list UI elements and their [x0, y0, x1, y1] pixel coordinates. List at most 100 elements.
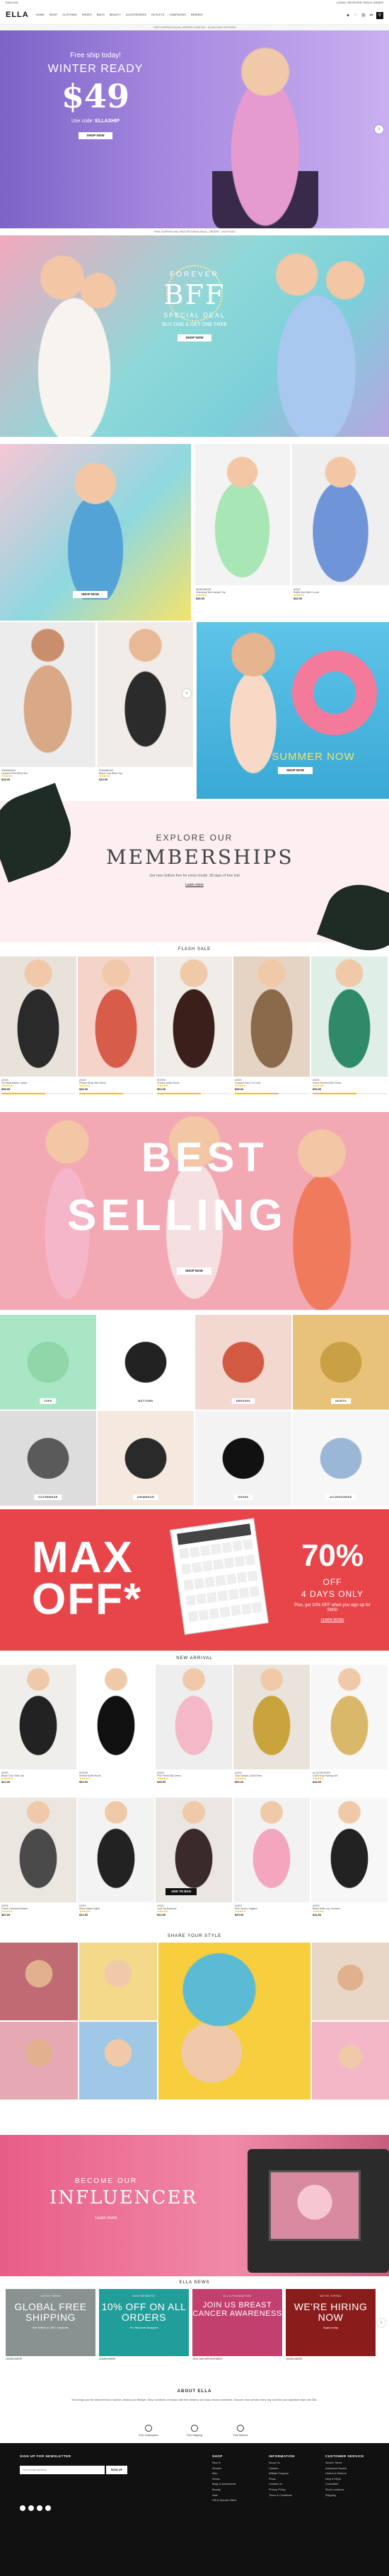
- best-selling-banner[interactable]: BEST SELLING SHOP NOW: [0, 1112, 389, 1310]
- footer-link[interactable]: Men: [212, 2471, 236, 2477]
- footer-link[interactable]: Terms & Conditions: [269, 2493, 295, 2499]
- product-card[interactable]: SHOES Chunky Ankle Boots ★★★★★ $64.00: [156, 956, 232, 1105]
- product-card[interactable]: ASOS Check Oversized Blazer ★★★★★ $62.00: [0, 1798, 76, 1928]
- news-card[interactable]: NEW MEMBERS 10% OFF ON ALL ORDERS For fi…: [99, 2289, 189, 2356]
- pinterest-icon[interactable]: [45, 2505, 51, 2511]
- news-next-arrow[interactable]: ›: [377, 2319, 385, 2327]
- compare-icon[interactable]: ⇄: [368, 13, 374, 18]
- heart-icon[interactable]: ♡: [353, 13, 359, 18]
- hero-winter-ready[interactable]: Free ship today! WINTER READY $49 Use co…: [0, 30, 389, 228]
- footer-link[interactable]: Orders & Returns: [325, 2471, 364, 2477]
- nav-item-brands[interactable]: BRANDS: [191, 13, 203, 17]
- news-card[interactable]: LATEST NEWS GLOBAL FREE SHIPPING We deli…: [6, 2289, 95, 2356]
- style-photo[interactable]: [0, 2022, 78, 2100]
- footer-link[interactable]: Help & FAQs: [325, 2477, 364, 2483]
- max-off-learn-more-link[interactable]: LEARN MORE: [294, 1618, 371, 1622]
- best-shop-now-button[interactable]: SHOP NOW: [177, 1267, 211, 1275]
- footer-link[interactable]: Contact Us: [269, 2482, 295, 2488]
- category-label[interactable]: BOTTOMS: [134, 1398, 158, 1404]
- footer-link[interactable]: Sale: [212, 2493, 236, 2499]
- category-tile[interactable]: SKIRTS: [293, 1315, 389, 1410]
- memberships-learn-more-link[interactable]: Learn more: [106, 883, 283, 887]
- product-card[interactable]: ASOS Black Crop Tank Top ★★★★★ $22.00: [0, 1665, 76, 1795]
- nav-item-outlets[interactable]: OUTLETS: [151, 13, 164, 17]
- max-off-banner[interactable]: MAX OFF* 70% OFF 4 DAYS ONLY Plus, get 1…: [0, 1509, 389, 1651]
- bag-icon[interactable]: 🛍: [361, 13, 366, 18]
- footer-link[interactable]: Shoes: [212, 2477, 236, 2483]
- twitter-icon[interactable]: [28, 2505, 34, 2511]
- nav-item-clothing[interactable]: CLOTHING: [62, 13, 77, 17]
- account-links[interactable]: LOGIN / REGISTER TRACK ORDER: [337, 1, 383, 5]
- news-link[interactable]: LEARN MORE: [6, 2358, 22, 2360]
- summer-banner-tile[interactable]: SUMMER NOW SHOP NOW: [197, 622, 389, 799]
- bff-shop-now-button[interactable]: SHOP NOW: [177, 334, 212, 341]
- category-label[interactable]: OUTERWEAR: [34, 1494, 62, 1500]
- news-link[interactable]: LEARN MORE: [99, 2358, 115, 2360]
- footer-link[interactable]: Advanced Search: [325, 2466, 364, 2472]
- grid1-shop-now-button[interactable]: SHOP NOW: [73, 591, 108, 598]
- product-card[interactable]: ADD TO BAG ASOS Lace Up Bodysuit ★★★★★ $34.0…: [156, 1798, 232, 1928]
- language-selector[interactable]: ENGLISH: [6, 1, 18, 5]
- category-label[interactable]: TOPS: [40, 1398, 57, 1404]
- category-label[interactable]: SHOES: [233, 1494, 253, 1500]
- footer-link[interactable]: Shipping: [325, 2493, 364, 2499]
- instagram-icon[interactable]: [37, 2505, 42, 2511]
- hero-shop-now-button[interactable]: SHOP NOW: [78, 131, 113, 139]
- hero-next-arrow[interactable]: ›: [375, 125, 383, 134]
- footer-link[interactable]: New In: [212, 2461, 236, 2466]
- news-card[interactable]: WE'RE HIRING WE'RE HIRING NOW Apply toda…: [286, 2289, 376, 2356]
- category-tile[interactable]: DRESSES: [195, 1315, 291, 1410]
- influencer-learn-more-link[interactable]: Learn more: [50, 2216, 163, 2221]
- add-to-bag-button[interactable]: ADD TO BAG: [166, 1888, 197, 1895]
- facebook-icon[interactable]: [20, 2505, 25, 2511]
- user-icon[interactable]: ☻: [345, 13, 351, 18]
- category-label[interactable]: DRESSES: [231, 1398, 255, 1404]
- news-link[interactable]: LEARN MORE: [286, 2358, 302, 2360]
- footer-link[interactable]: Careers: [269, 2466, 295, 2472]
- product-card[interactable]: ASOS Pink Jersey Joggers ★★★★★ $29.00: [233, 1798, 310, 1928]
- footer-link[interactable]: Privacy Policy: [269, 2488, 295, 2493]
- category-label[interactable]: SKIRTS: [331, 1398, 351, 1404]
- nav-item-home[interactable]: HOME: [36, 13, 45, 17]
- nav-item-campaigns[interactable]: CAMPAIGNS: [169, 13, 186, 17]
- nav-item-shoes[interactable]: SHOES: [82, 13, 92, 17]
- info-strip[interactable]: FREE SHIPPING AND FREE RETURNS ON ALL OR…: [0, 228, 389, 235]
- footer-link[interactable]: Press: [269, 2477, 295, 2483]
- style-photo[interactable]: [79, 2022, 157, 2100]
- nav-item-accessories[interactable]: ACCESSORIES: [126, 13, 146, 17]
- footer-link[interactable]: Beauty: [212, 2488, 236, 2493]
- style-photo[interactable]: [312, 2022, 389, 2100]
- nav-item-shop[interactable]: SHOP: [50, 13, 57, 17]
- footer-link[interactable]: Women: [212, 2466, 236, 2472]
- category-tile[interactable]: SHOES: [195, 1411, 291, 1506]
- promo-banner-tile[interactable]: SHOP NOW: [0, 444, 191, 621]
- product-card[interactable]: ASOS Sheer Black Tights ★★★★★ $12.00: [78, 1798, 154, 1928]
- footer-link[interactable]: Consultant: [325, 2482, 364, 2488]
- footer-link[interactable]: Bags & Accessories: [212, 2482, 236, 2488]
- news-link[interactable]: JOIN OUR APPOINTMENT: [192, 2358, 223, 2360]
- category-tile[interactable]: BOTTOMS: [98, 1315, 194, 1410]
- product-card[interactable]: ACCESSORIES Gold Hoop Earring Set ★★★★★ $18…: [311, 1665, 388, 1795]
- product-card[interactable]: ASOS Leopard Faux Fur Coat ★★★★★ $89.00: [233, 956, 310, 1105]
- product-card[interactable]: ASOS Green Ruched Mini Dress ★★★★★ $39.00: [311, 956, 388, 1105]
- memberships-banner[interactable]: EXPLORE OUR MEMBERSHIPS Get new clothes …: [0, 783, 389, 961]
- hero-bff-deal[interactable]: FOREVER BFF SPECIAL DEAL BUY ONE & GET O…: [0, 235, 389, 437]
- style-photo[interactable]: [312, 1943, 389, 2020]
- style-photo-featured[interactable]: [158, 1943, 310, 2100]
- nav-item-bags[interactable]: BAGS: [97, 13, 105, 17]
- category-tile[interactable]: TOPS: [0, 1315, 96, 1410]
- product-card[interactable]: SWIMWEAR Leopard Print Bikini Set ★★★★★ …: [0, 622, 95, 799]
- influencer-banner[interactable]: BECOME OUR INFLUENCER Learn more: [0, 2135, 389, 2276]
- product-card[interactable]: WORKWEAR Oversized Knit Jumper Top ★★★★★…: [194, 444, 290, 621]
- footer-link[interactable]: About Us: [269, 2461, 295, 2466]
- newsletter-signup-button[interactable]: SIGN UP: [106, 2466, 127, 2474]
- footer-link[interactable]: Affiliate Program: [269, 2471, 295, 2477]
- search-icon[interactable]: ⚲: [376, 11, 383, 19]
- nav-item-beauty[interactable]: BEAUTY: [110, 13, 121, 17]
- product-card[interactable]: SHOES Heeled Ankle Boots ★★★★★ $54.00: [78, 1665, 154, 1795]
- footer-link[interactable]: Gift & Special Offers: [212, 2498, 236, 2504]
- category-tile[interactable]: OUTERWEAR: [0, 1411, 96, 1506]
- category-tile[interactable]: ACCESSORIES: [293, 1411, 389, 1506]
- product-card[interactable]: SWIMWEAR Black Crop Bikini Top ★★★★★ $24…: [98, 622, 193, 799]
- product-card[interactable]: ASOS Tie Waist Blazer Jacket ★★★★★ $58.00: [0, 956, 76, 1105]
